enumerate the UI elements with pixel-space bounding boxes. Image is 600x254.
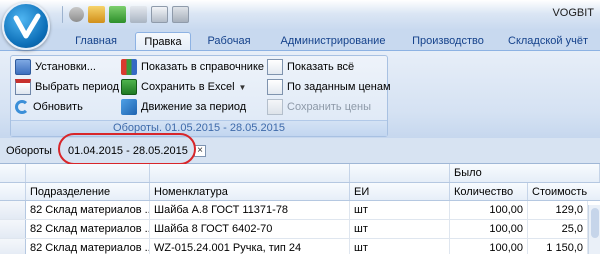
cell-department: 82 Склад материалов ... xyxy=(26,201,150,220)
refresh-icon xyxy=(15,100,29,114)
show-in-directory-button[interactable]: Показать в справочнике xyxy=(121,58,264,76)
settings-dialog-icon xyxy=(15,59,31,75)
show-all-button[interactable]: Показать всё xyxy=(267,58,354,76)
refresh-label: Обновить xyxy=(33,101,83,113)
save-prices-button[interactable]: Сохранить цены xyxy=(267,98,371,116)
table-row[interactable]: 82 Склад материалов ... WZ-015.24.001 Ру… xyxy=(0,239,600,254)
excel-icon xyxy=(121,79,137,95)
tab-work[interactable]: Рабочая xyxy=(196,32,262,51)
select-period-button[interactable]: Выбрать период xyxy=(15,78,119,96)
paste-icon[interactable] xyxy=(172,6,189,23)
by-given-prices-label: По заданным ценам xyxy=(287,81,391,93)
save-to-excel-button[interactable]: Сохранить в Excel ▼ xyxy=(121,78,246,96)
data-grid: Было Подразделение Номенклатура ЕИ Колич… xyxy=(0,164,600,254)
movement-for-period-button[interactable]: Движение за период xyxy=(121,98,246,116)
select-period-label: Выбрать период xyxy=(35,81,119,93)
cell-nomenclature: Шайба А.8 ГОСТ 11371-78 xyxy=(150,201,350,220)
row-indicator[interactable] xyxy=(0,220,26,238)
cell-cost: 129,0 xyxy=(528,201,588,220)
settings-button[interactable]: Установки... xyxy=(15,58,96,76)
show-in-directory-label: Показать в справочнике xyxy=(141,61,265,73)
exit-icon[interactable] xyxy=(109,6,126,23)
ribbon-tabs: Главная Правка Рабочая Администрирование… xyxy=(0,30,600,51)
table-row[interactable]: 82 Склад материалов ... Шайба А.8 ГОСТ 1… xyxy=(0,201,600,220)
row-indicator[interactable] xyxy=(0,201,26,219)
tab-main[interactable]: Главная xyxy=(66,32,126,51)
export-icon[interactable] xyxy=(88,6,105,23)
show-all-icon xyxy=(267,59,283,75)
row-indicator-header xyxy=(0,164,26,182)
tab-production[interactable]: Производство xyxy=(402,32,494,51)
movement-icon xyxy=(121,99,137,115)
cell-quantity: 100,00 xyxy=(450,201,528,220)
save-prices-label: Сохранить цены xyxy=(287,101,371,113)
scrollbar-thumb[interactable] xyxy=(591,208,599,238)
cut-icon[interactable] xyxy=(130,6,147,23)
grid-column-header: Подразделение Номенклатура ЕИ Количество… xyxy=(0,183,600,201)
cell-department: 82 Склад материалов ... xyxy=(26,239,150,254)
vertical-scrollbar[interactable] xyxy=(588,205,600,254)
by-given-prices-button[interactable]: По заданным ценам xyxy=(267,78,391,96)
app-logo-icon[interactable] xyxy=(2,2,50,50)
title-bar: VOGBIT xyxy=(0,0,600,30)
cell-quantity: 100,00 xyxy=(450,239,528,254)
dropdown-arrow-icon[interactable]: ▼ xyxy=(239,83,247,92)
tab-edit[interactable]: Правка xyxy=(135,32,191,51)
cell-department: 82 Склад материалов ... xyxy=(26,220,150,239)
app-title: VOGBIT xyxy=(552,7,594,19)
movement-for-period-label: Движение за период xyxy=(141,101,247,113)
red-highlight-ellipse xyxy=(58,133,196,165)
document-icon xyxy=(267,79,283,95)
ribbon-panel: Установки... Выбрать период Обновить Пок… xyxy=(0,50,600,138)
table-row[interactable]: 82 Склад материалов ... Шайба 8 ГОСТ 640… xyxy=(0,220,600,239)
doc-tab-turnover[interactable]: Обороты xyxy=(6,145,52,157)
directory-icon xyxy=(121,59,137,75)
col-header-department[interactable]: Подразделение xyxy=(26,183,150,200)
cell-cost: 25,0 xyxy=(528,220,588,239)
show-all-label: Показать всё xyxy=(287,61,355,73)
settings-icon[interactable] xyxy=(69,7,84,22)
quick-access-toolbar xyxy=(60,6,189,23)
cell-nomenclature: Шайба 8 ГОСТ 6402-70 xyxy=(150,220,350,239)
save-prices-icon xyxy=(267,99,283,115)
settings-label: Установки... xyxy=(35,61,96,73)
row-indicator[interactable] xyxy=(0,239,26,254)
tab-warehouse[interactable]: Складской учёт xyxy=(500,32,596,51)
calendar-icon xyxy=(15,79,31,95)
group-header-before: Было xyxy=(450,164,600,182)
grid-group-header: Было xyxy=(0,164,600,183)
copy-icon[interactable] xyxy=(151,6,168,23)
cell-nomenclature: WZ-015.24.001 Ручка, тип 24 xyxy=(150,239,350,254)
col-header-unit[interactable]: ЕИ xyxy=(350,183,450,200)
cell-unit: шт xyxy=(350,220,450,239)
ribbon-group-turnover: Установки... Выбрать период Обновить Пок… xyxy=(10,55,391,137)
cell-quantity: 100,00 xyxy=(450,220,528,239)
refresh-button[interactable]: Обновить xyxy=(15,98,83,116)
row-indicator-header xyxy=(0,183,26,200)
tab-administration[interactable]: Администрирование xyxy=(274,32,392,51)
separator xyxy=(62,6,63,23)
save-to-excel-label: Сохранить в Excel xyxy=(141,81,235,93)
cell-unit: шт xyxy=(350,239,450,254)
cell-cost: 1 150,0 xyxy=(528,239,588,254)
cell-unit: шт xyxy=(350,201,450,220)
col-header-quantity[interactable]: Количество xyxy=(450,183,528,200)
col-header-nomenclature[interactable]: Номенклатура xyxy=(150,183,350,200)
col-header-cost[interactable]: Стоимость xyxy=(528,183,600,200)
